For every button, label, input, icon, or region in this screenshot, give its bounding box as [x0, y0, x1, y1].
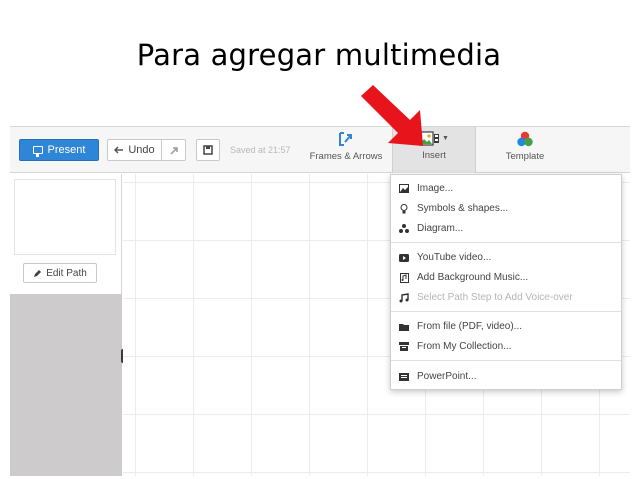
menu-item-from-file[interactable]: From file (PDF, video)... [391, 317, 621, 336]
menu-label: Select Path Step to Add Voice-over [417, 292, 573, 303]
template-label: Template [505, 151, 545, 162]
slide-thumbnail[interactable] [14, 179, 116, 255]
save-icon [203, 145, 213, 155]
menu-separator [391, 311, 621, 312]
edit-path-label: Edit Path [46, 267, 87, 279]
lightbulb-icon [399, 203, 409, 214]
menu-item-diagram[interactable]: Diagram... [391, 219, 621, 238]
edit-path-button[interactable]: Edit Path [23, 263, 97, 283]
menu-item-powerpoint[interactable]: PowerPoint... [391, 367, 621, 386]
menu-separator [391, 242, 621, 243]
music-note-icon [399, 292, 409, 303]
music-file-icon [399, 272, 409, 283]
toolbar: Present Undo Saved at 21:57 Frames & Arr… [10, 127, 630, 173]
menu-item-voice-over: Select Path Step to Add Voice-over [391, 288, 621, 307]
menu-item-background-music[interactable]: Add Background Music... [391, 268, 621, 287]
pencil-icon [34, 269, 42, 277]
insert-dropdown-menu: Image... Symbols & shapes... Diagram... … [390, 174, 622, 390]
menu-separator [391, 360, 621, 361]
menu-label: Add Background Music... [417, 272, 529, 283]
projector-icon [32, 146, 43, 157]
diagram-icon [399, 224, 409, 234]
menu-label: PowerPoint... [417, 371, 477, 382]
frames-arrows-label: Frames & Arrows [309, 151, 383, 162]
menu-item-youtube-video[interactable]: YouTube video... [391, 248, 621, 267]
menu-label: Image... [417, 183, 454, 194]
saved-status: Saved at 21:57 [230, 145, 291, 155]
image-icon [399, 184, 409, 194]
powerpoint-icon [399, 372, 409, 382]
menu-label: YouTube video... [417, 252, 492, 263]
prezi-editor: Present Undo Saved at 21:57 Frames & Arr… [10, 126, 630, 476]
chevron-down-icon: ▼ [442, 135, 449, 142]
folder-icon [399, 322, 409, 332]
collection-icon [399, 342, 409, 352]
slide-title: Para agregar multimedia [136, 38, 502, 72]
redo-button[interactable] [161, 139, 186, 161]
save-button[interactable] [196, 139, 220, 161]
youtube-icon [399, 253, 409, 263]
undo-button[interactable]: Undo [107, 139, 162, 161]
menu-item-image[interactable]: Image... [391, 179, 621, 198]
undo-label: Undo [128, 144, 155, 156]
template-icon [517, 131, 533, 147]
menu-label: From file (PDF, video)... [417, 321, 523, 332]
template-tool[interactable]: Template [494, 131, 556, 171]
present-label: Present [47, 144, 86, 156]
menu-label: Symbols & shapes... [417, 203, 509, 214]
sidebar-empty-area [10, 294, 122, 476]
menu-label: From My Collection... [417, 341, 512, 352]
menu-item-symbols-shapes[interactable]: Symbols & shapes... [391, 199, 621, 218]
frames-arrows-icon [339, 132, 352, 146]
present-button[interactable]: Present [19, 139, 99, 161]
path-sidebar: Edit Path [10, 174, 122, 476]
undo-icon [114, 145, 124, 154]
menu-label: Diagram... [417, 223, 464, 234]
menu-item-my-collection[interactable]: From My Collection... [391, 337, 621, 356]
redo-icon [169, 146, 178, 155]
red-arrow-pointer-icon [361, 85, 423, 146]
